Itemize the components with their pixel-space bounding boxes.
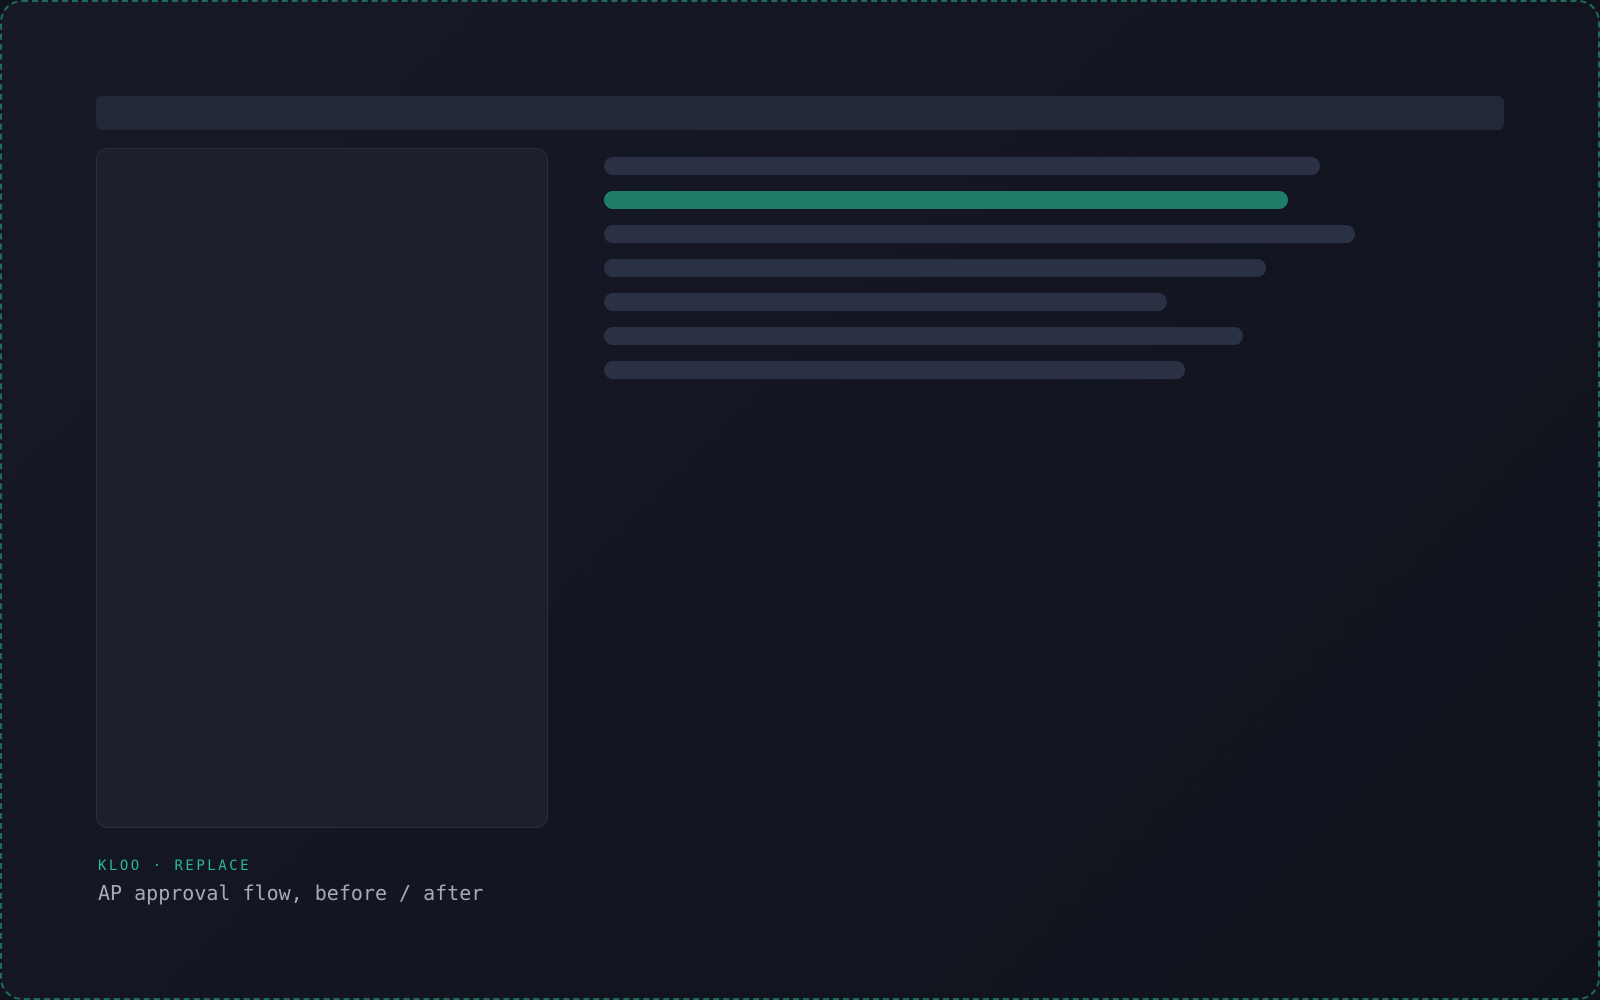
row-placeholder	[604, 259, 1266, 277]
caption-eyebrow: KLOO · REPLACE	[98, 858, 252, 874]
canvas-frame: KLOO · REPLACE AP approval flow, before …	[0, 0, 1600, 1000]
row-placeholder	[604, 361, 1185, 379]
caption: KLOO · REPLACE AP approval flow, before …	[98, 858, 483, 906]
caption-title: AP approval flow, before / after	[98, 881, 484, 905]
row-placeholder	[604, 293, 1168, 311]
row-placeholder-highlighted	[604, 191, 1288, 209]
side-panel-placeholder	[96, 148, 548, 828]
top-bar-placeholder	[96, 96, 1504, 130]
row-placeholder	[604, 225, 1355, 243]
row-placeholder	[604, 327, 1243, 345]
row-placeholder	[604, 157, 1320, 175]
row-list	[604, 157, 1504, 395]
